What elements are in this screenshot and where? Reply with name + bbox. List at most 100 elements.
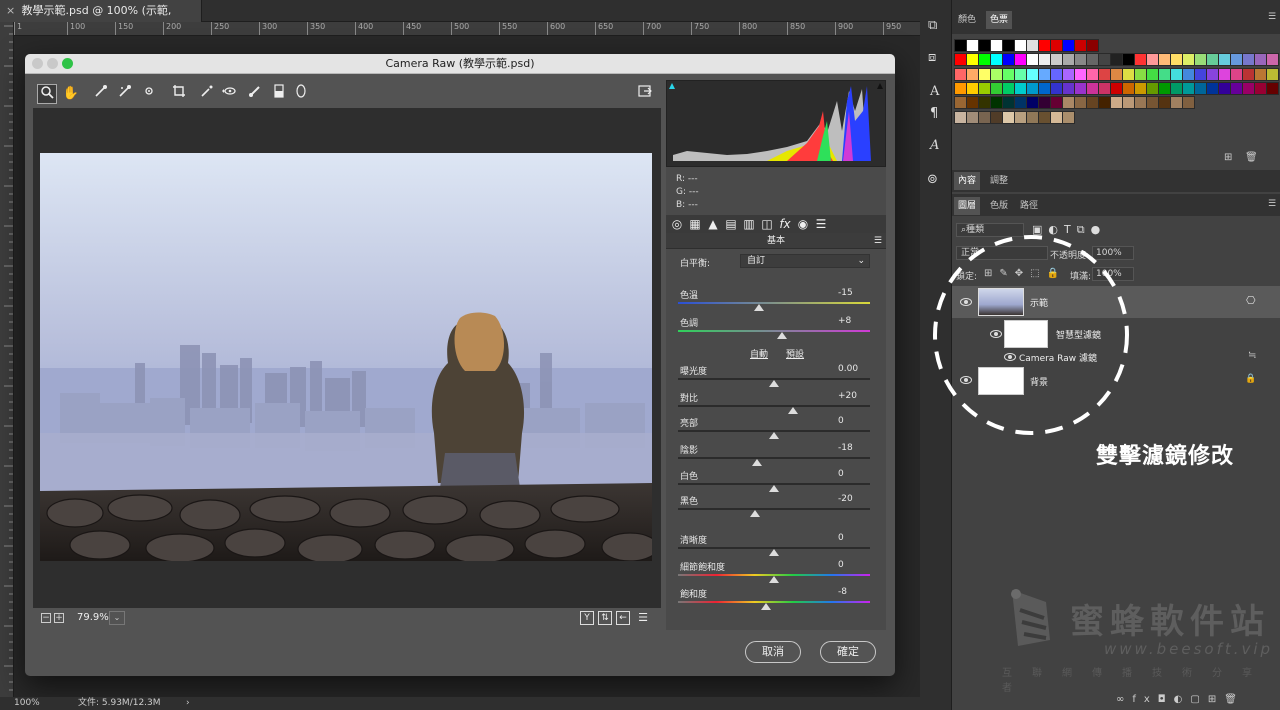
slider-track[interactable] xyxy=(678,330,870,332)
slider-value[interactable]: 0 xyxy=(838,469,844,479)
graduated-filter-icon[interactable] xyxy=(269,84,289,104)
slider-thumb[interactable] xyxy=(769,549,779,556)
ruler-tick-label: 150 xyxy=(115,22,133,35)
slider-value[interactable]: 0 xyxy=(838,533,844,543)
cancel-button[interactable]: 取消 xyxy=(745,641,801,663)
slider-value[interactable]: -20 xyxy=(838,494,853,504)
slider-value[interactable]: -15 xyxy=(838,288,853,298)
tab-color[interactable]: 顏色 xyxy=(954,11,980,29)
slider-thumb[interactable] xyxy=(769,432,779,439)
layers-bottom-icons[interactable]: ∞fx◘◐▢⊞🗑 xyxy=(1116,694,1245,705)
swatch[interactable] xyxy=(1266,67,1279,81)
zoom-dropdown-icon[interactable]: ⌄ xyxy=(109,611,125,625)
white-balance-select[interactable]: 自訂 ⌄ xyxy=(740,254,870,268)
detail-tab-icon[interactable]: ▲ xyxy=(705,216,721,232)
slider-track[interactable] xyxy=(678,601,870,603)
slider-track[interactable] xyxy=(678,302,870,304)
status-zoom[interactable]: 100% xyxy=(14,697,40,710)
slider-thumb[interactable] xyxy=(769,485,779,492)
tone-curve-tab-icon[interactable]: ▦ xyxy=(687,216,703,232)
swatch[interactable] xyxy=(1086,39,1099,52)
open-preferences-icon[interactable] xyxy=(635,84,655,104)
swatch[interactable] xyxy=(1266,53,1279,67)
slider-thumb[interactable] xyxy=(749,510,760,517)
tab-paths[interactable]: 路徑 xyxy=(1016,197,1042,215)
character-icon[interactable]: A xyxy=(930,84,939,99)
slider-thumb[interactable] xyxy=(788,407,799,414)
layers-menu-icon[interactable]: ☰ xyxy=(1268,199,1276,209)
swatch[interactable] xyxy=(1266,81,1279,95)
slider-value[interactable]: -8 xyxy=(838,587,847,597)
swatch[interactable] xyxy=(1182,96,1195,110)
hand-tool-icon[interactable]: ✋ xyxy=(61,84,81,104)
red-eye-tool-icon[interactable] xyxy=(219,84,239,104)
color-sampler-tool-icon[interactable] xyxy=(115,84,135,104)
targeted-adjustment-tool-icon[interactable] xyxy=(139,84,159,104)
new-swatch-icon[interactable]: ⊞ xyxy=(1224,152,1232,163)
slider-thumb[interactable] xyxy=(753,304,764,311)
split-toning-tab-icon[interactable]: ▥ xyxy=(741,216,757,232)
close-window-button[interactable] xyxy=(32,58,43,69)
slider-thumb[interactable] xyxy=(769,576,779,583)
slider-value[interactable]: 0 xyxy=(838,416,844,426)
libraries-icon[interactable]: ⊚ xyxy=(927,172,938,187)
slider-track[interactable] xyxy=(678,508,870,510)
lens-corrections-tab-icon[interactable]: ◫ xyxy=(759,216,775,232)
ok-button[interactable]: 確定 xyxy=(820,641,876,663)
paragraph-icon[interactable]: ¶ xyxy=(930,106,938,121)
tab-layers[interactable]: 圖層 xyxy=(954,197,981,215)
delete-swatch-icon[interactable]: 🗑 xyxy=(1245,152,1258,163)
history-icon[interactable]: ⧉ xyxy=(928,18,937,33)
document-tab[interactable]: × 教學示範.psd @ 100% (示範, RGB/8#) * xyxy=(0,0,202,39)
swatch[interactable] xyxy=(1062,110,1075,124)
zoom-tool-icon[interactable] xyxy=(37,84,57,104)
zoom-out-button[interactable]: − xyxy=(41,613,51,623)
close-tab-icon[interactable]: × xyxy=(6,0,18,22)
swap-settings-icon[interactable]: ⇅ xyxy=(598,611,612,625)
swatches-menu-icon[interactable]: ☰ xyxy=(1268,12,1276,22)
slider-thumb[interactable] xyxy=(751,459,762,466)
camera-calibration-tab-icon[interactable]: ◉ xyxy=(795,216,811,232)
slider-thumb[interactable] xyxy=(761,603,772,610)
slider-value[interactable]: 0 xyxy=(838,560,844,570)
default-button[interactable]: 預設 xyxy=(786,347,804,360)
copy-settings-icon[interactable]: ← xyxy=(616,611,630,625)
zoom-window-button[interactable] xyxy=(62,58,73,69)
tab-properties[interactable]: 內容 xyxy=(954,172,981,190)
slider-thumb[interactable] xyxy=(776,332,787,339)
white-balance-tool-icon[interactable] xyxy=(91,84,111,104)
status-arrow-icon[interactable]: › xyxy=(186,697,190,710)
slider-value[interactable]: +8 xyxy=(838,316,851,326)
slider-value[interactable]: 0.00 xyxy=(838,364,858,374)
smart-filter-icon[interactable]: ⎔ xyxy=(1246,294,1256,307)
slider-label: 色溫 xyxy=(680,291,699,301)
spot-removal-tool-icon[interactable] xyxy=(197,84,217,104)
panel-menu-icon[interactable]: ☰ xyxy=(874,233,882,249)
tab-channels[interactable]: 色版 xyxy=(986,197,1012,215)
crop-tool-icon[interactable] xyxy=(169,84,189,104)
hsl-tab-icon[interactable]: ▤ xyxy=(723,216,739,232)
radial-filter-icon[interactable] xyxy=(291,84,311,104)
effects-tab-icon[interactable]: fx xyxy=(777,216,793,232)
tool-presets-icon[interactable]: ⧈ xyxy=(928,50,936,65)
tab-swatches[interactable]: 色票 xyxy=(986,11,1013,29)
slider-track[interactable] xyxy=(678,457,870,459)
toggle-settings-icon[interactable]: ☰ xyxy=(636,611,650,625)
slider-track[interactable] xyxy=(678,405,870,407)
image-preview-area[interactable] xyxy=(33,108,661,608)
zoom-in-button[interactable]: + xyxy=(54,613,64,623)
slider-value[interactable]: -18 xyxy=(838,443,853,453)
glyphs-icon[interactable]: A xyxy=(930,138,939,153)
basic-tab-icon[interactable]: ◎ xyxy=(669,216,685,232)
before-after-icon[interactable]: Y xyxy=(580,611,594,625)
minimize-window-button[interactable] xyxy=(47,58,58,69)
slider-value[interactable]: +20 xyxy=(838,391,857,401)
slider-thumb[interactable] xyxy=(769,380,779,387)
filter-options-icon[interactable]: ≒ xyxy=(1248,350,1256,361)
presets-tab-icon[interactable]: ☰ xyxy=(813,216,829,232)
tab-adjustments[interactable]: 調整 xyxy=(986,172,1012,190)
auto-button[interactable]: 自動 xyxy=(750,347,768,360)
chevron-down-icon: ⌄ xyxy=(857,256,865,266)
ruler-tick-label: 400 xyxy=(355,22,373,35)
adjustment-brush-icon[interactable] xyxy=(245,84,265,104)
